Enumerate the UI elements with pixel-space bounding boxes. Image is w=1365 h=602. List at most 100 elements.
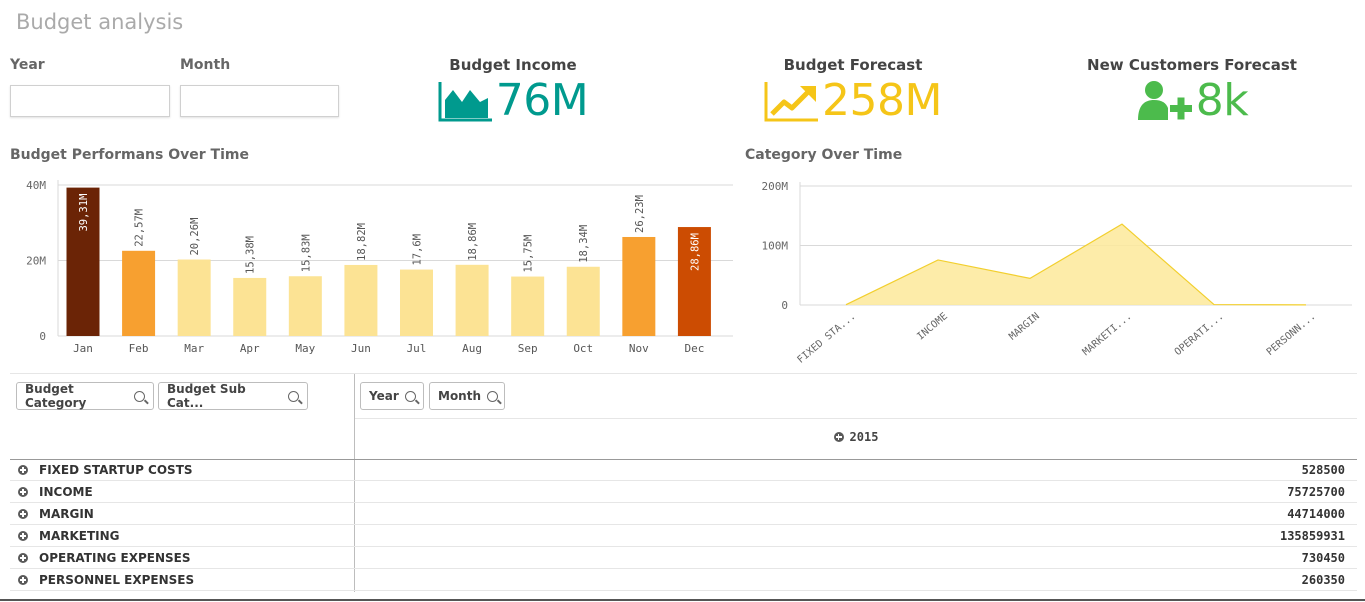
x-tick-label: Sep <box>518 342 538 355</box>
dimension-label: Budget Sub Cat... <box>167 382 246 410</box>
bar <box>622 236 656 336</box>
dimension-label: Year <box>369 389 399 403</box>
bottom-border <box>0 599 1365 601</box>
x-tick-label: Apr <box>240 342 260 355</box>
dimension-budget-category[interactable]: Budget Category <box>16 382 154 410</box>
expand-icon[interactable] <box>18 575 28 585</box>
area-fill <box>846 224 1306 305</box>
x-tick-label: Mar <box>184 342 204 355</box>
search-icon[interactable] <box>487 390 499 402</box>
data-label: 15,75M <box>523 235 535 273</box>
table-row[interactable]: INCOME 75725700 <box>10 481 1357 503</box>
area-chart-icon <box>438 82 492 122</box>
row-label-text: MARGIN <box>39 507 94 521</box>
row-label: OPERATING EXPENSES <box>18 551 190 565</box>
kpi-budget-forecast: Budget Forecast 258M <box>743 56 963 126</box>
data-label: 22,57M <box>134 209 146 247</box>
row-value: 528500 <box>1301 463 1345 477</box>
x-tick-label: OPERATI... <box>1173 311 1226 358</box>
expand-icon[interactable] <box>18 531 28 541</box>
row-value: 135859931 <box>1279 529 1345 543</box>
row-label-text: INCOME <box>39 485 93 499</box>
area-chart: 0 100M 200M FIXED STA... INCOME MARGIN MARKETI… <box>762 180 1352 366</box>
expand-icon[interactable] <box>18 465 28 475</box>
dimension-label: Month <box>438 389 482 403</box>
app-title: Budget analysis <box>16 10 184 34</box>
expand-icon[interactable] <box>833 432 844 442</box>
bar <box>288 276 322 336</box>
table-row[interactable]: MARGIN 44714000 <box>10 503 1357 525</box>
bar <box>511 276 545 336</box>
x-tick-label: MARKETI... <box>1081 311 1134 358</box>
table-row[interactable]: PERSONNEL EXPENSES 260350 <box>10 569 1357 591</box>
data-label: 20,26M <box>189 218 201 256</box>
y-tick-label: 20M <box>26 255 46 268</box>
row-label: PERSONNEL EXPENSES <box>18 573 194 587</box>
bar-chart-title: Budget Performans Over Time <box>10 147 249 163</box>
x-tick-label: Jul <box>407 342 427 355</box>
x-tick-label: Jan <box>73 342 93 355</box>
year-column-header[interactable]: 2015 <box>355 430 1357 444</box>
area-chart-title: Category Over Time <box>745 147 903 163</box>
bar <box>566 266 600 336</box>
x-tick-label: Dec <box>684 342 704 355</box>
dimension-month[interactable]: Month <box>429 382 505 410</box>
kpi-title: New Customers Forecast <box>1087 56 1297 74</box>
add-user-icon <box>1137 81 1192 120</box>
x-tick-label: MARGIN <box>1007 311 1042 343</box>
row-value: 260350 <box>1301 573 1345 587</box>
row-label: MARGIN <box>18 507 94 521</box>
row-value: 75725700 <box>1287 485 1345 499</box>
bar <box>122 250 156 336</box>
x-tick-label: Jun <box>351 342 371 355</box>
y-tick-label: 0 <box>781 299 788 312</box>
bar <box>400 269 433 336</box>
bar-chart: 0 20M 40M 39,31M Jan 22,57M Feb 20,26M Mar 15,38M… <box>26 179 733 355</box>
x-tick-label: INCOME <box>915 311 950 343</box>
row-label-text: MARKETING <box>39 529 120 543</box>
kpi-value: 8k <box>1195 75 1249 126</box>
year-filter-box[interactable] <box>10 85 170 117</box>
kpi-new-customers-forecast: New Customers Forecast 8k <box>1072 56 1312 126</box>
x-tick-label: May <box>295 342 315 355</box>
row-value: 44714000 <box>1287 507 1345 521</box>
search-icon[interactable] <box>288 390 299 402</box>
row-label-text: FIXED STARTUP COSTS <box>39 463 193 477</box>
search-icon[interactable] <box>404 390 416 402</box>
year-filter-label: Year <box>10 57 45 73</box>
y-tick-label: 40M <box>26 179 46 192</box>
kpi-value: 258M <box>822 75 942 126</box>
row-label: INCOME <box>18 485 93 499</box>
trend-up-icon <box>764 82 819 122</box>
table-row[interactable]: FIXED STARTUP COSTS 528500 <box>10 459 1357 481</box>
dimension-year[interactable]: Year <box>360 382 424 410</box>
x-tick-label: PERSONN... <box>1265 311 1318 358</box>
bar <box>455 264 489 336</box>
expand-icon[interactable] <box>18 509 28 519</box>
y-tick-label: 100M <box>762 240 789 253</box>
bar <box>344 264 378 336</box>
expand-icon[interactable] <box>18 553 28 563</box>
year-header-label: 2015 <box>849 430 879 444</box>
row-label-text: OPERATING EXPENSES <box>39 551 191 565</box>
data-label: 26,23M <box>634 195 646 233</box>
x-tick-label: Nov <box>629 342 649 355</box>
row-label-text: PERSONNEL EXPENSES <box>39 573 195 587</box>
table-row[interactable]: MARKETING 135859931 <box>10 525 1357 547</box>
x-tick-label: Oct <box>573 342 593 355</box>
kpi-budget-income: Budget Income 76M <box>403 56 623 126</box>
dimension-label: Budget Category <box>25 382 87 410</box>
data-label: 28,86M <box>689 233 701 271</box>
data-label: 15,83M <box>300 234 312 272</box>
month-filter-label: Month <box>180 57 231 73</box>
table-row[interactable]: OPERATING EXPENSES 730450 <box>10 547 1357 569</box>
bar <box>177 259 211 336</box>
kpi-value: 76M <box>495 75 589 126</box>
search-icon[interactable] <box>134 390 145 402</box>
dimension-budget-sub-category[interactable]: Budget Sub Cat... <box>158 382 308 410</box>
expand-icon[interactable] <box>18 487 28 497</box>
month-filter-box[interactable] <box>180 85 339 117</box>
data-label: 18,86M <box>467 223 479 261</box>
kpi-title: Budget Income <box>449 56 577 74</box>
row-label: MARKETING <box>18 529 120 543</box>
